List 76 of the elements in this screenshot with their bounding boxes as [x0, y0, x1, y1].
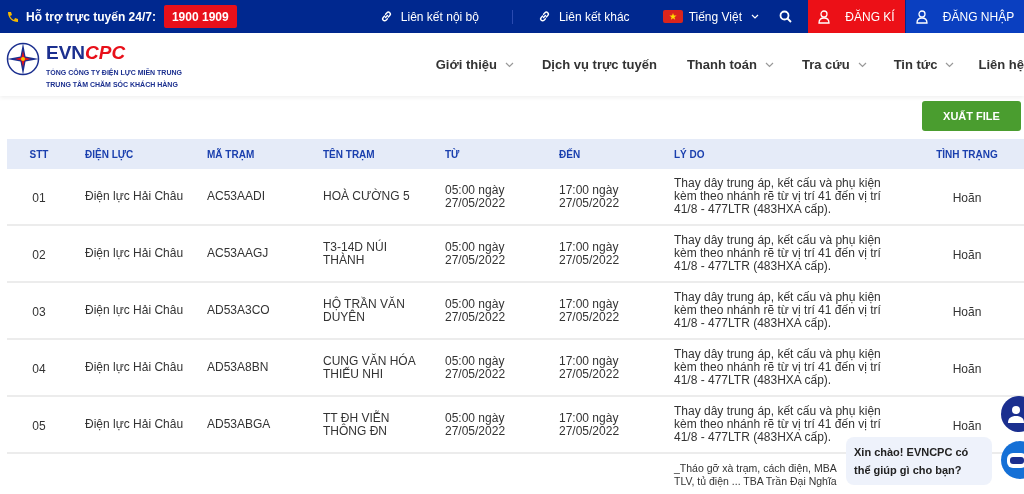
table-cell-text: HOÀ CƯỜNG 5 — [323, 190, 411, 203]
table-cell: 05 — [32, 419, 46, 433]
column-header: ĐẾN — [558, 147, 582, 162]
header-link[interactable]: Liên kết khác — [537, 7, 630, 26]
table-cell-text: AC53AADI — [207, 190, 267, 203]
table-cell-text: 17:00 ngày 27/05/2022 — [559, 411, 621, 438]
table-cell-text: 05:00 ngày 27/05/2022 — [445, 297, 507, 324]
table-cell: 04 — [32, 362, 46, 376]
table-cell-text: Điện lực Hải Châu — [85, 190, 185, 203]
column-header: ĐIỆN LỰC — [84, 147, 135, 162]
logo-emblem-icon — [6, 42, 40, 76]
link-icon — [537, 10, 551, 23]
table-cell-text: TT ĐH VIỄN THÔNG ĐN — [323, 411, 391, 438]
table-cell-text: Thay dây trung áp, kết cấu và phụ kiện kèm theo nhánh rẽ từ vị trí 41 đến vị trí 41/8 - 477LTR (483HXA cấp). — [674, 234, 882, 273]
column-header: STT — [28, 147, 50, 162]
column-header: LÝ DO — [673, 147, 706, 162]
table-cell: 03 — [32, 305, 46, 319]
table-cell: 01 — [32, 191, 46, 205]
table-cell-text: 17:00 ngày 27/05/2022 — [559, 240, 621, 267]
table-cell-text: 05:00 ngày 27/05/2022 — [445, 183, 507, 210]
table-cell-text: Điện lực Hải Châu — [85, 361, 185, 374]
table-cell-text: Điện lực Hải Châu — [85, 418, 185, 431]
nav-item[interactable]: Tra cứu — [801, 54, 867, 75]
column-header: MÃ TRẠM — [206, 147, 256, 162]
table-cell-text: Thay dây trung áp, kết cấu và phụ kiện kèm theo nhánh rẽ từ vị trí 41 đến vị trí 41/8 - 477LTR (483HXA cấp). — [674, 291, 882, 330]
table-cell: Hoãn — [952, 248, 982, 262]
search-icon — [779, 10, 792, 23]
table-cell: 02 — [32, 248, 46, 262]
table-cell-text: Điện lực Hải Châu — [85, 247, 185, 260]
user-icon — [818, 9, 831, 24]
table-cell: Hoãn — [952, 362, 982, 376]
table-cell: Hoãn — [952, 191, 982, 205]
nav-item[interactable]: Liên hệ — [978, 54, 1024, 75]
column-header: TÌNH TRẠNG — [935, 147, 999, 162]
nav-item[interactable]: Tin tức — [893, 54, 955, 75]
nav-item[interactable]: Giới thiệu — [435, 54, 514, 75]
nav-item[interactable]: Dịch vụ trực tuyến — [542, 54, 657, 75]
brand-name: EVNCPC — [46, 42, 127, 64]
column-header: TÊN TRẠM — [322, 147, 376, 162]
chat-bubble: Xin chào! EVNCPC có thể giúp gì cho bạn? — [846, 437, 992, 485]
table-cell-text: 17:00 ngày 27/05/2022 — [559, 354, 621, 381]
register-button[interactable]: ĐĂNG KÍ — [808, 0, 905, 33]
table-cell-text: 17:00 ngày 27/05/2022 — [559, 183, 621, 210]
language-selector[interactable]: Tiếng Việt — [662, 7, 759, 26]
hotline-badge[interactable]: 1900 1909 — [163, 5, 237, 28]
table-cell-text: AD53ABGA — [207, 418, 272, 431]
support-label: Hỗ trợ trực tuyến 24/7: — [26, 8, 156, 26]
table-cell-text: 17:00 ngày 27/05/2022 — [559, 297, 621, 324]
column-header: TỪ — [444, 147, 461, 162]
table-cell-text: CUNG VĂN HÓA THIẾU NHI — [323, 354, 417, 381]
flag-icon — [662, 10, 683, 23]
table-cell-text: Điện lực Hải Châu — [85, 304, 185, 317]
header-link[interactable]: Liên kết nội bộ — [379, 7, 479, 26]
chatbot-icon[interactable] — [1001, 441, 1024, 479]
table-cell: Hoãn — [952, 419, 982, 433]
table-cell-text: 05:00 ngày 27/05/2022 — [445, 411, 507, 438]
table-cell-text: 05:00 ngày 27/05/2022 — [445, 240, 507, 267]
table-cell-text: AD53A3CO — [207, 304, 271, 317]
table-cell: _Tháo gỡ xà trạm, cách điện, MBA — [674, 462, 837, 475]
link-icon — [379, 10, 393, 23]
table-cell: TLV, tủ điện ... TBA Trần Đại Nghĩa — [674, 475, 837, 488]
table-cell-text: AC53AAGJ — [207, 247, 270, 260]
table-cell-text: Thay dây trung áp, kết cấu và phụ kiện kèm theo nhánh rẽ từ vị trí 41 đến vị trí 41/8 - 477LTR (483HXA cấp). — [674, 348, 882, 387]
table-cell-text: Thay dây trung áp, kết cấu và phụ kiện kèm theo nhánh rẽ từ vị trí 41 đến vị trí 41/8 - 477LTR (483HXA cấp). — [674, 177, 882, 216]
support-agent-icon[interactable] — [1001, 396, 1024, 432]
phone-icon — [6, 9, 20, 24]
table-cell-text: HỘ TRẦN VĂN DUYÊN — [323, 297, 406, 324]
table-cell-text: T3-14D NÚI THÀNH — [323, 240, 388, 267]
table-cell-text: 05:00 ngày 27/05/2022 — [445, 354, 507, 381]
login-button[interactable]: ĐĂNG NHẬP — [906, 0, 1024, 33]
nav-item[interactable]: Thanh toán — [686, 54, 774, 75]
table-cell-text: AD53A8BN — [207, 361, 270, 374]
caret-icon — [751, 14, 759, 19]
user-icon — [915, 9, 928, 24]
table-cell: Hoãn — [952, 305, 982, 319]
search-button[interactable] — [779, 10, 792, 23]
